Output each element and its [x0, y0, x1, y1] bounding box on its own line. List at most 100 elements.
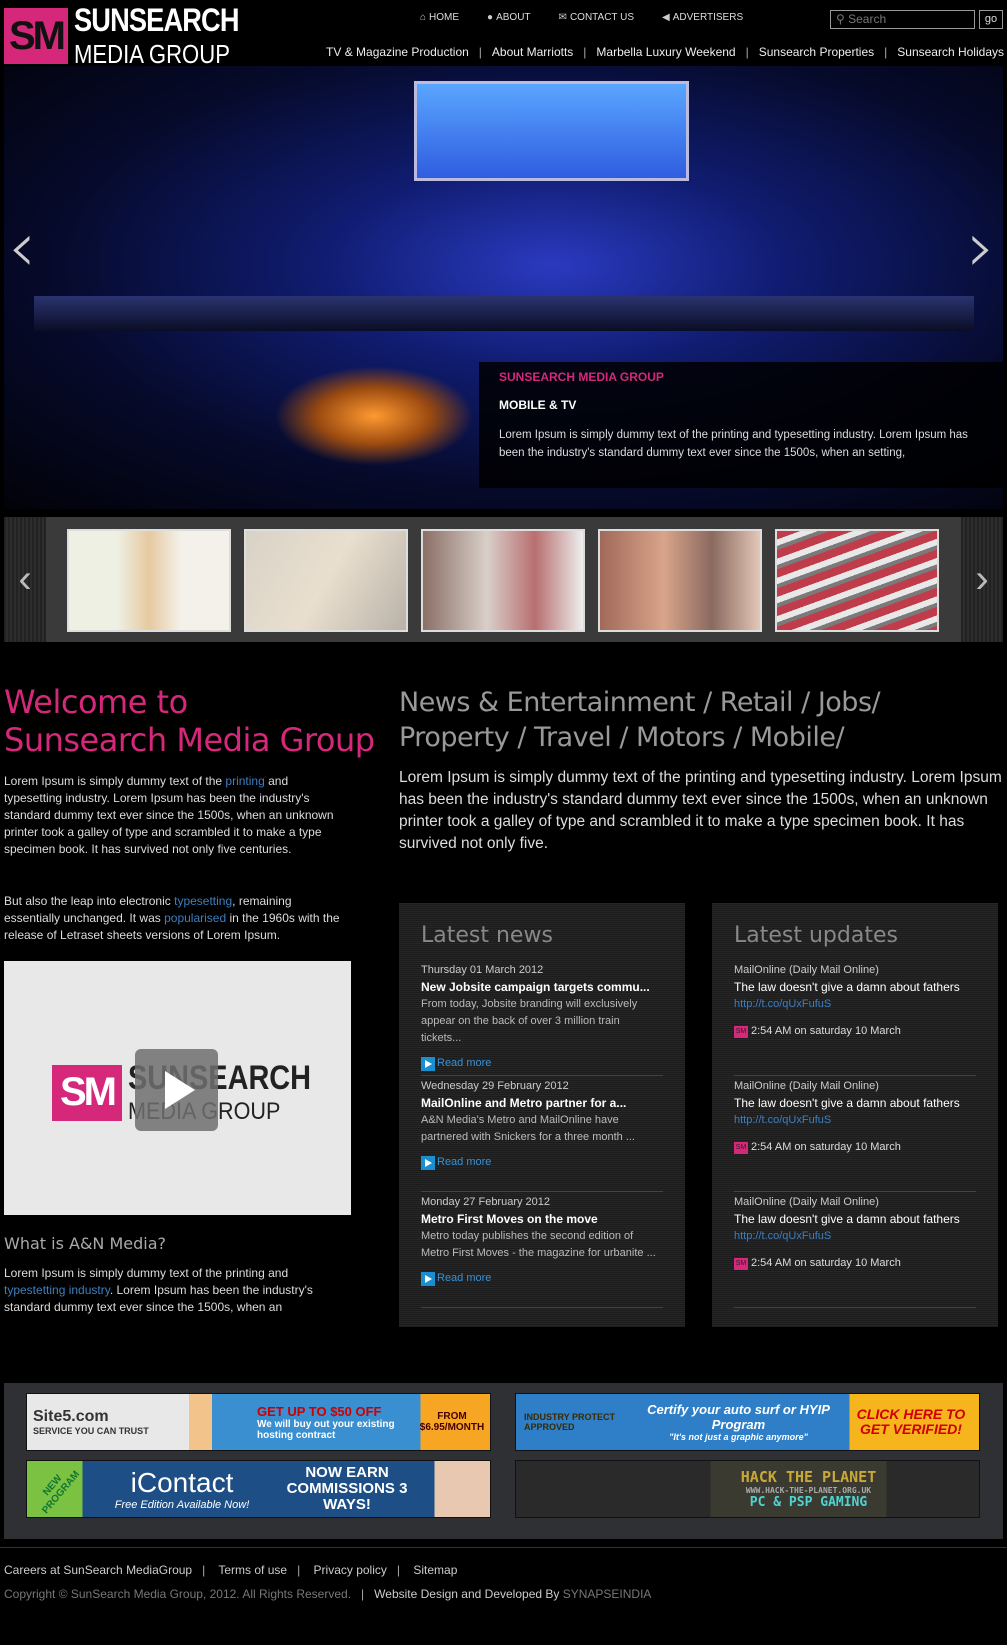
- news-summary: From today, Jobsite branding will exclus…: [421, 998, 638, 1044]
- ad-site5-sub: We will buy out your existing hosting co…: [257, 1418, 395, 1441]
- update-source: MailOnline (Daily Mail Online): [734, 1196, 879, 1208]
- read-more-label: Read more: [437, 1272, 492, 1284]
- subnav-tv[interactable]: TV & Magazine Production: [326, 45, 469, 59]
- footer-divider: [0, 1547, 1007, 1548]
- news-title[interactable]: Metro First Moves on the move: [421, 1211, 663, 1228]
- update-item: MailOnline (Daily Mail Online) The law do…: [734, 1076, 976, 1192]
- update-link[interactable]: http://t.co/qUxFufuS: [734, 998, 831, 1010]
- news-title[interactable]: MailOnline and Metro partner for a...: [421, 1095, 663, 1112]
- nav-home-label: HOME: [429, 12, 460, 23]
- top-nav: ⌂ HOME ● ABOUT ✉ CONTACT US ◀ ADVERTISERS: [420, 12, 743, 23]
- ad-htp-headline: HACK THE PLANET: [740, 1468, 877, 1486]
- logo[interactable]: SM SUNSEARCH MEDIA GROUP: [4, 2, 268, 69]
- news-date: Thursday 01 March 2012: [421, 964, 544, 976]
- caption-title: SUNSEARCH MEDIA GROUP: [499, 370, 664, 384]
- thumbnail-1[interactable]: [67, 529, 231, 632]
- subnav-marriotts[interactable]: About Marriotts: [492, 45, 573, 59]
- ad-certify[interactable]: INDUSTRY PROTECT APPROVED Certify your a…: [515, 1393, 980, 1451]
- thumbnail-2[interactable]: [244, 529, 408, 632]
- search-placeholder: Search: [848, 12, 887, 26]
- nav-contact[interactable]: ✉ CONTACT US: [559, 12, 634, 23]
- separator: |: [583, 45, 587, 59]
- welcome-paragraph-2: But also the leap into electronic typese…: [4, 893, 349, 944]
- megaphone-icon: ◀: [662, 12, 670, 23]
- play-arrow-icon: [421, 1155, 435, 1170]
- nav-about[interactable]: ● ABOUT: [487, 12, 531, 23]
- sub-nav: TV & Magazine Production | About Marriott…: [326, 45, 1004, 59]
- play-icon[interactable]: [135, 1049, 218, 1131]
- typestetting-link[interactable]: typestetting industry: [4, 1283, 110, 1297]
- play-arrow-icon: [421, 1271, 435, 1286]
- nav-home[interactable]: ⌂ HOME: [420, 12, 459, 23]
- ad-certify-badge: INDUSTRY PROTECT APPROVED: [524, 1412, 616, 1432]
- credit-text: Website Design and Developed By: [374, 1587, 563, 1601]
- footer-careers-link[interactable]: Careers at SunSearch MediaGroup: [4, 1563, 192, 1577]
- video-player[interactable]: SMSUNSEARCHMEDIA GROUP: [4, 961, 351, 1215]
- ad-icontact-sub: Free Edition Available Now!: [114, 1499, 250, 1511]
- news-item: Wednesday 29 February 2012 MailOnline and…: [421, 1076, 663, 1192]
- read-more-link[interactable]: Read more: [421, 1154, 663, 1171]
- ad-icontact[interactable]: NEW PROGRAM iContact Free Edition Availab…: [26, 1460, 491, 1518]
- latest-news-panel: Latest news Thursday 01 March 2012 New Jo…: [399, 903, 685, 1327]
- news-title[interactable]: New Jobsite campaign targets commu...: [421, 979, 663, 996]
- ad-icontact-ribbon: NEW PROGRAM: [40, 1468, 83, 1517]
- read-more-link[interactable]: Read more: [421, 1270, 663, 1287]
- footer-terms-link[interactable]: Terms of use: [218, 1563, 287, 1577]
- latest-news-title: Latest news: [421, 923, 553, 948]
- speech-bubble-icon: ●: [487, 12, 494, 23]
- popularised-link[interactable]: popularised: [164, 911, 226, 925]
- update-time: SM 2:54 AM on saturday 10 March: [734, 1255, 976, 1272]
- separator: |: [361, 1587, 365, 1601]
- welcome-line2: Sunsearch Media Group: [4, 721, 375, 759]
- sm-badge-icon: SM: [734, 1025, 748, 1038]
- separator: |: [396, 1563, 401, 1577]
- welcome-line1: Welcome to: [4, 683, 188, 721]
- thumbnail-3[interactable]: [421, 529, 585, 632]
- update-time-text: 2:54 AM on saturday 10 March: [751, 1025, 901, 1037]
- home-icon: ⌂: [420, 12, 427, 23]
- synapseindia-link[interactable]: SYNAPSEINDIA: [563, 1587, 652, 1601]
- read-more-link[interactable]: Read more: [421, 1055, 663, 1072]
- what-is-paragraph: Lorem Ipsum is simply dummy text of the …: [4, 1265, 349, 1316]
- update-time: SM 2:54 AM on saturday 10 March: [734, 1139, 976, 1156]
- hero-image-desk: [34, 296, 974, 331]
- hero-prev-arrow-icon[interactable]: ‹: [8, 206, 36, 288]
- subnav-properties[interactable]: Sunsearch Properties: [759, 45, 874, 59]
- text: But also the leap into electronic: [4, 894, 175, 908]
- search-go-button[interactable]: go: [979, 10, 1003, 29]
- printing-link[interactable]: printing: [225, 774, 264, 788]
- envelope-icon: ✉: [558, 12, 567, 23]
- ad-hack-the-planet[interactable]: HACK THE PLANET WWW.HACK-THE-PLANET.ORG.U…: [515, 1460, 980, 1518]
- ad-site5[interactable]: Site5.com SERVICE YOU CAN TRUST GET UP TO…: [26, 1393, 491, 1451]
- update-link[interactable]: http://t.co/qUxFufuS: [734, 1114, 831, 1126]
- thumbnail-5[interactable]: [775, 529, 939, 632]
- subnav-holidays[interactable]: Sunsearch Holidays: [897, 45, 1004, 59]
- nav-advertisers[interactable]: ◀ ADVERTISERS: [662, 12, 743, 23]
- hero-next-arrow-icon[interactable]: ›: [967, 206, 995, 288]
- copyright-text: Copyright © SunSearch Media Group, 2012.…: [4, 1587, 352, 1601]
- search-input[interactable]: ⚲ Search: [830, 10, 975, 29]
- carousel-prev-icon[interactable]: ‹: [4, 517, 46, 642]
- search-icon: ⚲: [836, 12, 849, 26]
- footer-sitemap-link[interactable]: Sitemap: [413, 1563, 457, 1577]
- news-date: Wednesday 29 February 2012: [421, 1080, 569, 1092]
- update-text: The law doesn't give a damn about father…: [734, 1096, 960, 1110]
- news-date: Monday 27 February 2012: [421, 1196, 551, 1208]
- update-link[interactable]: http://t.co/qUxFufuS: [734, 1230, 831, 1242]
- footer-copyright: Copyright © SunSearch Media Group, 2012.…: [4, 1587, 651, 1601]
- footer-privacy-link[interactable]: Privacy policy: [314, 1563, 387, 1577]
- carousel-next-icon[interactable]: ›: [961, 517, 1003, 642]
- ad-site5-price: FROM $6.95/MONTH: [419, 1411, 485, 1433]
- update-text: The law doesn't give a damn about father…: [734, 980, 960, 994]
- news-summary: Metro today publishes the second edition…: [421, 1230, 656, 1259]
- hero-caption: SUNSEARCH MEDIA GROUP MOBILE & TV Lorem …: [479, 362, 1003, 488]
- separator: |: [478, 45, 482, 59]
- update-time: SM 2:54 AM on saturday 10 March: [734, 1023, 976, 1040]
- subnav-marbella[interactable]: Marbella Luxury Weekend: [596, 45, 735, 59]
- ad-htp-sub: PC & PSP GAMING: [749, 1495, 868, 1510]
- typesetting-link[interactable]: typesetting: [174, 894, 232, 908]
- news-item: Monday 27 February 2012 Metro First Moves…: [421, 1192, 663, 1308]
- what-is-heading: What is A&N Media?: [4, 1234, 167, 1253]
- thumbnail-4[interactable]: [598, 529, 762, 632]
- separator: |: [297, 1563, 301, 1577]
